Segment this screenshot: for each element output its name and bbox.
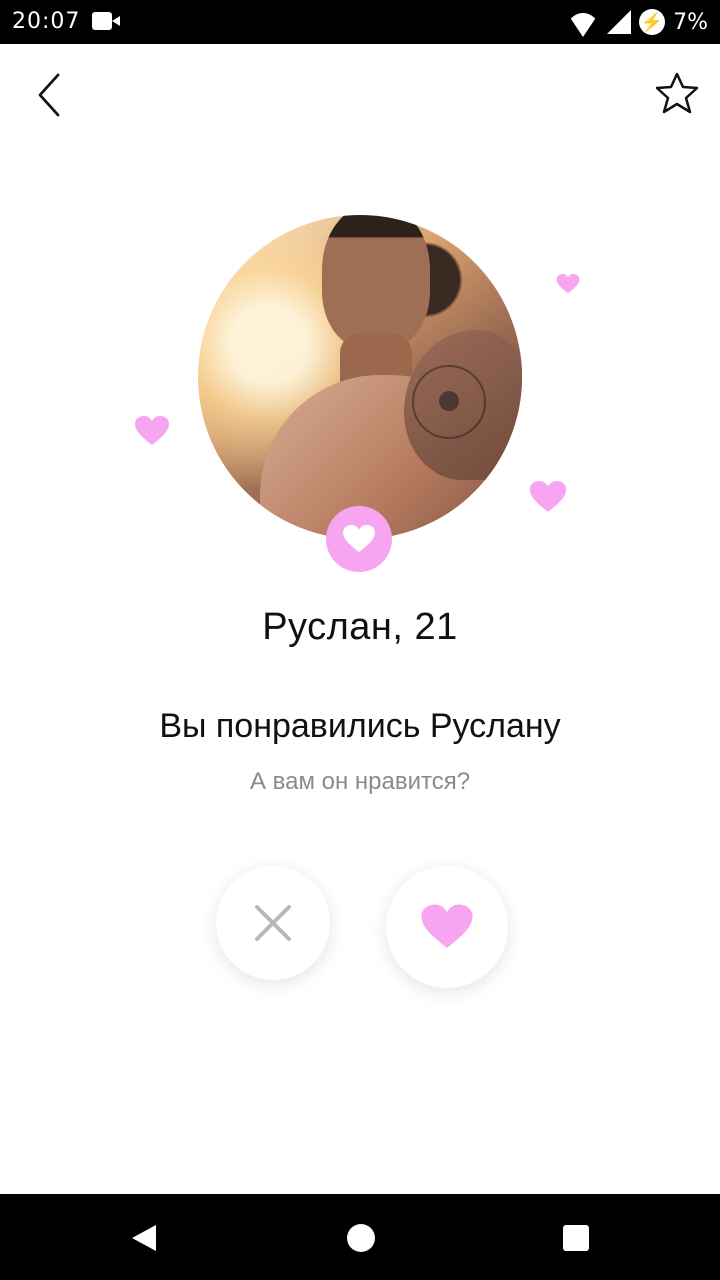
match-question: А вам он нравится? bbox=[249, 768, 471, 795]
wifi-icon bbox=[567, 13, 600, 37]
favorite-button[interactable] bbox=[652, 70, 702, 116]
heart-icon bbox=[529, 481, 567, 512]
status-indicators: ⚡ 7% bbox=[567, 6, 708, 38]
video-icon bbox=[92, 12, 120, 30]
avatar-head bbox=[322, 215, 430, 349]
status-bar: 20:07 ⚡ 7% bbox=[0, 0, 720, 44]
circle-home-icon[interactable] bbox=[347, 1224, 375, 1252]
close-icon bbox=[255, 905, 291, 941]
signal-icon bbox=[607, 10, 632, 34]
heart-icon bbox=[343, 525, 375, 553]
star-outline-icon bbox=[655, 72, 699, 114]
match-title: Вы понравились Руслану bbox=[159, 707, 561, 745]
skull-tattoo-icon bbox=[412, 365, 486, 439]
like-button[interactable] bbox=[386, 866, 508, 988]
square-recent-icon[interactable] bbox=[563, 1225, 589, 1251]
status-time: 20:07 bbox=[12, 9, 81, 34]
chevron-left-icon bbox=[38, 73, 60, 117]
heart-icon bbox=[556, 274, 580, 294]
match-heart-badge bbox=[326, 506, 392, 572]
dislike-button[interactable] bbox=[216, 866, 330, 980]
triangle-back-icon[interactable] bbox=[132, 1225, 156, 1251]
battery-level: 7% bbox=[673, 9, 708, 35]
heart-icon bbox=[421, 904, 473, 948]
profile-name: Руслан, 21 bbox=[262, 606, 458, 648]
profile-avatar bbox=[198, 215, 522, 539]
back-button[interactable] bbox=[30, 70, 74, 120]
heart-icon bbox=[135, 416, 169, 445]
battery-icon: ⚡ bbox=[639, 9, 666, 35]
